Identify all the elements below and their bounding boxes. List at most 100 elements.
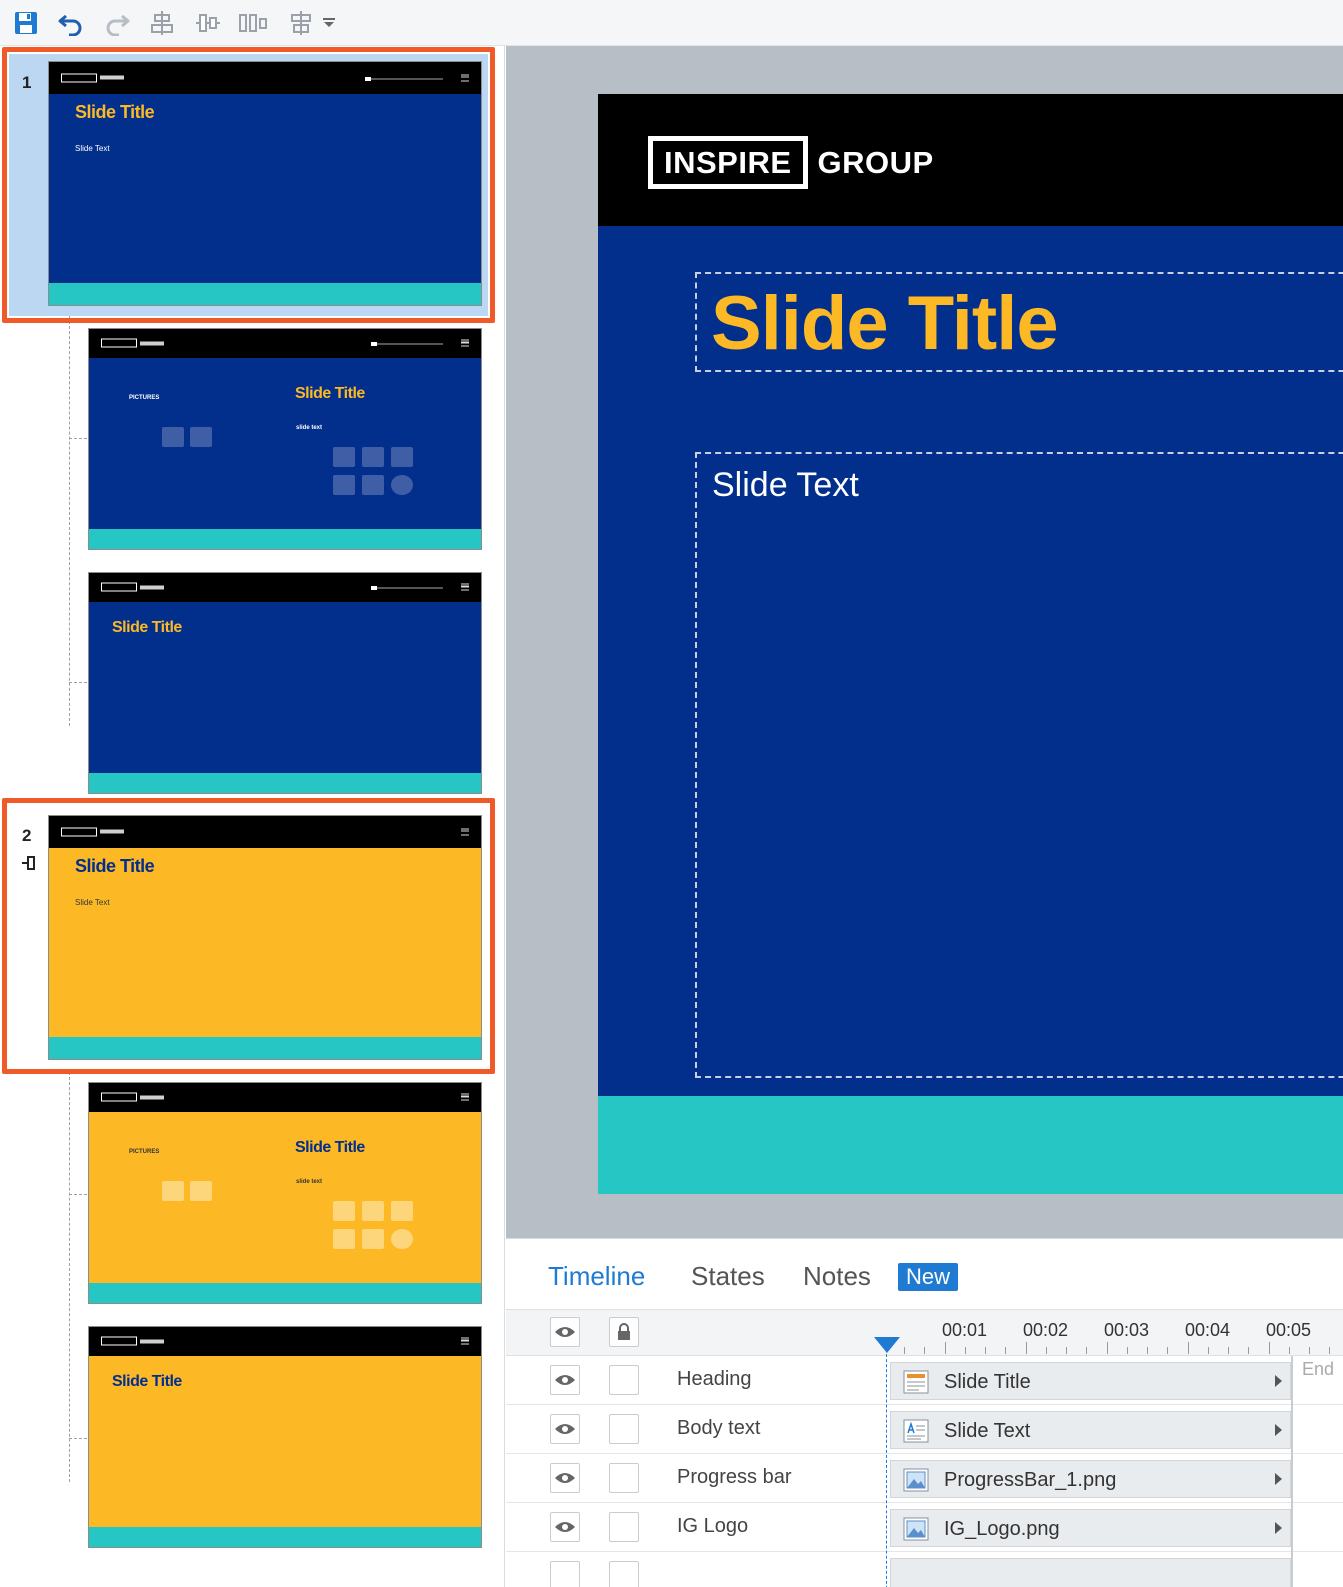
slide-title: Slide Title [711, 281, 1059, 366]
thumb-progress-bar [371, 586, 443, 591]
timeline-row-partial[interactable] [506, 1552, 1343, 1587]
lock-toggle[interactable] [609, 1365, 639, 1395]
slide-thumbnail-2-3[interactable]: Slide Title [88, 1326, 482, 1548]
visibility-toggle[interactable] [550, 1365, 580, 1395]
ruler-tick [1126, 1347, 1128, 1354]
thumb-footer [89, 1527, 481, 1547]
ruler-label: 00:03 [1104, 1320, 1150, 1340]
tree-connector [69, 1072, 70, 1482]
thumb-header [49, 62, 481, 94]
timeline-bar[interactable]: IG_Logo.png [890, 1509, 1291, 1547]
end-marker-line[interactable] [1291, 1356, 1293, 1587]
ruler-tick [944, 1342, 946, 1354]
tree-connector [69, 682, 87, 683]
ruler-tick [1147, 1347, 1148, 1354]
thumb-title: Slide Title [295, 385, 365, 402]
undo-button[interactable] [56, 8, 86, 38]
align-middle-button[interactable] [193, 8, 223, 38]
ruler-tick [964, 1347, 966, 1354]
save-button[interactable] [11, 8, 41, 38]
ig-logo[interactable]: INSPIRE GROUP [648, 136, 934, 189]
ruler-tick [1248, 1347, 1250, 1354]
timeline-bar[interactable]: Slide Text [890, 1411, 1291, 1449]
tree-connector [69, 438, 87, 439]
lock-toggle[interactable] [609, 1561, 639, 1587]
layer-name: Body text [677, 1417, 761, 1439]
timeline-row-ig-logo[interactable]: IG Logo IG_Logo.png [506, 1503, 1343, 1552]
timeline-bar[interactable]: ProgressBar_1.png [890, 1460, 1291, 1498]
image-placeholder-icon [162, 1181, 184, 1201]
ruler-tick [1207, 1347, 1209, 1354]
thumb-header [89, 329, 481, 358]
slide-thumbnail-2-1[interactable]: Slide Title Slide Text [48, 815, 482, 1060]
timeline-bar[interactable]: Slide Title [890, 1362, 1291, 1400]
image-placeholder-icon [333, 1201, 355, 1221]
playhead-line [886, 1339, 887, 1587]
playhead-marker[interactable] [874, 1337, 900, 1353]
heading-placeholder[interactable]: Slide Title [695, 272, 1343, 372]
lock-toggle[interactable] [609, 1463, 639, 1493]
tab-states[interactable]: States [691, 1261, 765, 1292]
menu-icon [461, 828, 469, 836]
timeline-panel: Timeline States Notes New 00:01 00:02 00… [506, 1238, 1343, 1587]
visibility-toggle[interactable] [550, 1463, 580, 1493]
ruler-tick [904, 1347, 905, 1354]
tree-connector [69, 1194, 87, 1195]
lock-toggle[interactable] [609, 1512, 639, 1542]
timeline-row-body-text[interactable]: Body text Slide Text [506, 1405, 1343, 1454]
thumb-progress-bar [371, 342, 443, 347]
scene-panel: 1 Slide Title Slide Text PICTURES Slide … [0, 46, 505, 1587]
timeline-row-progress-bar[interactable]: Progress bar ProgressBar_1.png [506, 1454, 1343, 1503]
end-label: End [1302, 1359, 1335, 1379]
lock-all-toggle[interactable] [609, 1317, 639, 1347]
timeline-row-heading[interactable]: Heading Slide Title [506, 1356, 1343, 1405]
thumb-logo [61, 827, 124, 837]
distribute-icon [239, 14, 267, 32]
ruler-tick [924, 1347, 926, 1354]
slide-thumbnail-1-1[interactable]: Slide Title Slide Text [48, 61, 482, 306]
ruler-tick [1329, 1347, 1331, 1354]
expand-arrow-icon[interactable] [1275, 1375, 1282, 1387]
image-icon [903, 1517, 929, 1541]
image-placeholder-icon [162, 427, 184, 447]
expand-arrow-icon[interactable] [1275, 1473, 1282, 1485]
visibility-toggle[interactable] [550, 1512, 580, 1542]
lock-icon [618, 1323, 630, 1340]
tab-timeline[interactable]: Timeline [548, 1261, 645, 1292]
ruler-tick [1288, 1347, 1290, 1354]
thumb-title: Slide Title [75, 102, 155, 122]
timeline-bar[interactable] [890, 1558, 1291, 1587]
slide-thumbnail-2-2[interactable]: PICTURES Slide Title slide text [88, 1082, 482, 1304]
visibility-toggle[interactable] [550, 1414, 580, 1444]
slide-stage[interactable]: INSPIRE GROUP Slide Title Slide Text [598, 94, 1343, 1194]
layer-name: Heading [677, 1368, 752, 1390]
bar-label: ProgressBar_1.png [944, 1469, 1117, 1491]
thumb-footer [49, 283, 481, 305]
visibility-toggle[interactable] [550, 1561, 580, 1587]
redo-button[interactable] [102, 8, 132, 38]
body-text-placeholder[interactable]: Slide Text [695, 452, 1343, 1078]
thumb-footer [89, 529, 481, 549]
image-placeholder-icon [362, 475, 384, 495]
slide-thumbnail-1-3[interactable]: Slide Title [88, 572, 482, 794]
text-icon [903, 1419, 929, 1443]
arrange-button[interactable] [286, 8, 316, 38]
show-all-toggle[interactable] [550, 1317, 580, 1347]
lock-toggle[interactable] [609, 1414, 639, 1444]
expand-arrow-icon[interactable] [1275, 1522, 1282, 1534]
thumb-pictures-label: PICTURES [129, 1149, 160, 1155]
tab-notes[interactable]: Notes [803, 1261, 871, 1292]
menu-icon [461, 583, 469, 591]
thumb-logo [101, 338, 164, 348]
tree-connector [69, 316, 70, 726]
distribute-button[interactable] [238, 8, 268, 38]
align-center-button[interactable] [147, 8, 177, 38]
thumb-logo [61, 73, 124, 83]
more-dropdown-button[interactable] [318, 8, 340, 38]
bar-label: Slide Title [944, 1371, 1031, 1393]
thumb-text: slide text [296, 1179, 323, 1185]
thumb-text: Slide Text [75, 144, 110, 153]
slide-thumbnail-1-2[interactable]: PICTURES Slide Title slide text [88, 328, 482, 550]
expand-arrow-icon[interactable] [1275, 1424, 1282, 1436]
timeline-header: 00:01 00:02 00:03 00:04 00:05 [506, 1309, 1343, 1356]
